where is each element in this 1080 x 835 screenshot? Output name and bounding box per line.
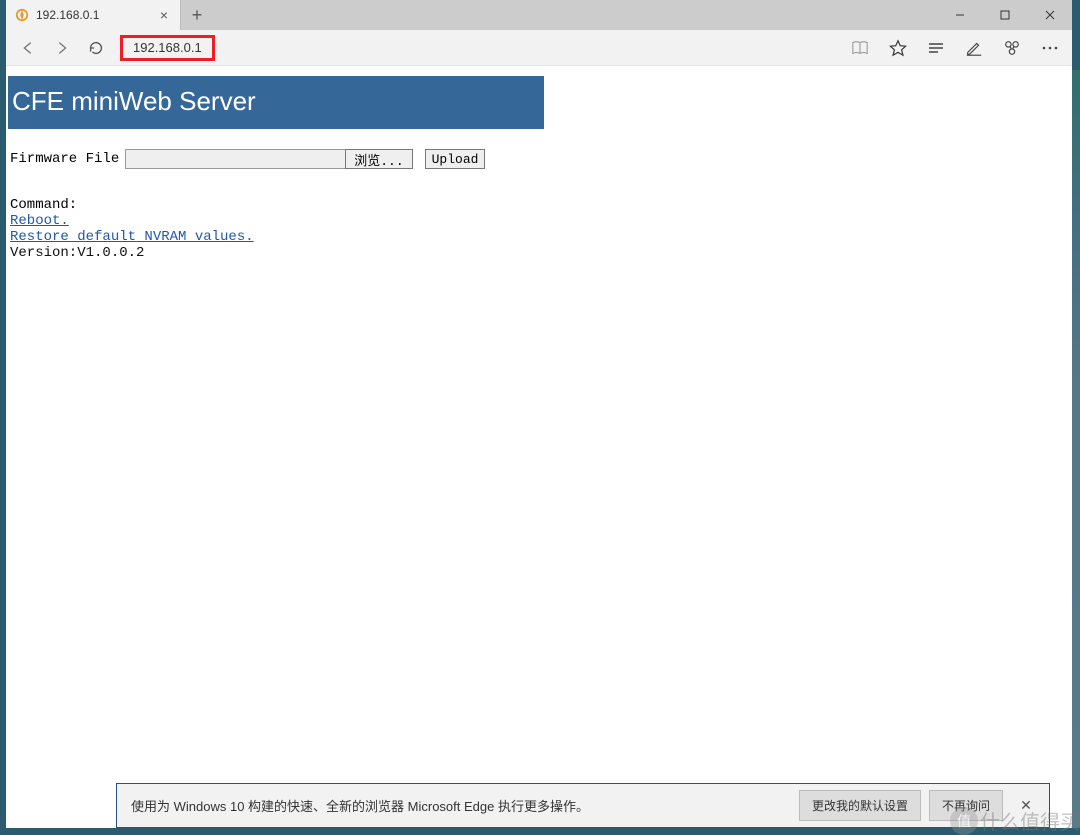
- minimize-button[interactable]: [937, 0, 982, 30]
- page-content: CFE miniWeb Server Firmware File 浏览... U…: [6, 66, 1072, 828]
- more-icon[interactable]: [1040, 38, 1060, 58]
- firmware-row: Firmware File 浏览... Upload: [10, 149, 1072, 169]
- tab-title: 192.168.0.1: [36, 8, 150, 22]
- forward-button[interactable]: [52, 38, 72, 58]
- command-label: Command:: [10, 197, 1072, 213]
- banner-message: 使用为 Windows 10 构建的快速、全新的浏览器 Microsoft Ed…: [131, 796, 791, 815]
- restore-nvram-link[interactable]: Restore default NVRAM values.: [10, 229, 254, 245]
- change-defaults-button[interactable]: 更改我的默认设置: [799, 790, 921, 821]
- refresh-button[interactable]: [86, 38, 106, 58]
- reading-view-icon[interactable]: [850, 38, 870, 58]
- share-icon[interactable]: [1002, 38, 1022, 58]
- upload-button[interactable]: Upload: [425, 149, 486, 169]
- nav-right-icons: [850, 38, 1060, 58]
- address-bar[interactable]: 192.168.0.1: [120, 35, 215, 61]
- address-text: 192.168.0.1: [133, 40, 202, 55]
- edge-promo-banner: 使用为 Windows 10 构建的快速、全新的浏览器 Microsoft Ed…: [116, 783, 1050, 828]
- dont-ask-button[interactable]: 不再询问: [929, 790, 1003, 821]
- page-title: CFE miniWeb Server: [8, 76, 544, 129]
- browser-window: 192.168.0.1 × + 192.168.0.1: [6, 0, 1072, 828]
- maximize-button[interactable]: [982, 0, 1027, 30]
- favorites-icon[interactable]: [888, 38, 908, 58]
- browse-button[interactable]: 浏览...: [345, 149, 412, 169]
- navigation-bar: 192.168.0.1: [6, 30, 1072, 66]
- reboot-link[interactable]: Reboot.: [10, 213, 69, 229]
- close-window-button[interactable]: [1027, 0, 1072, 30]
- back-button[interactable]: [18, 38, 38, 58]
- firmware-label: Firmware File: [10, 151, 119, 167]
- browser-tab[interactable]: 192.168.0.1 ×: [6, 0, 181, 30]
- window-controls: [937, 0, 1072, 30]
- right-edge-strip: [1072, 70, 1080, 828]
- web-note-icon[interactable]: [964, 38, 984, 58]
- tab-favicon-icon: [14, 7, 30, 23]
- file-input[interactable]: [125, 149, 345, 169]
- new-tab-button[interactable]: +: [181, 0, 213, 30]
- tab-close-icon[interactable]: ×: [156, 7, 172, 23]
- hub-icon[interactable]: [926, 38, 946, 58]
- banner-close-icon[interactable]: ✕: [1017, 797, 1035, 814]
- tab-strip: 192.168.0.1 × +: [6, 0, 1072, 30]
- command-block: Command: Reboot. Restore default NVRAM v…: [10, 197, 1072, 261]
- version-text: Version:V1.0.0.2: [10, 245, 1072, 261]
